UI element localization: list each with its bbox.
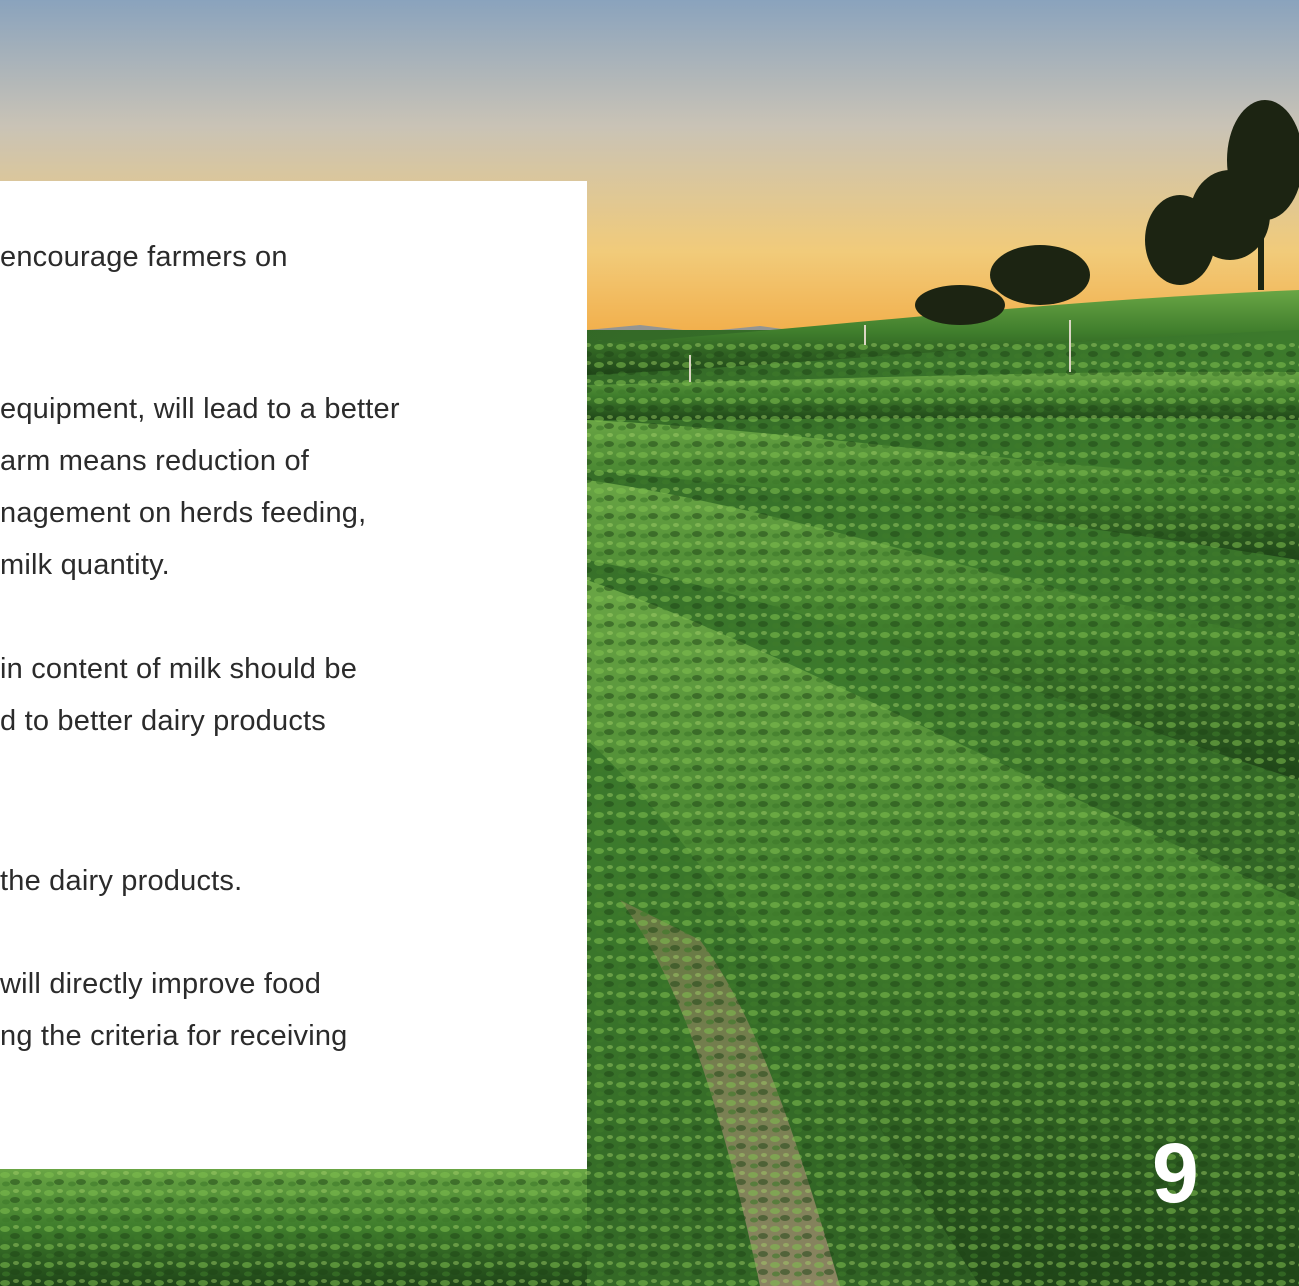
document-page: encourage farmers on equipment, will lea… xyxy=(0,0,1299,1286)
text-line: equipment, will lead to a better xyxy=(0,393,400,425)
text-line: encourage farmers on xyxy=(0,241,288,273)
text-panel: encourage farmers on equipment, will lea… xyxy=(0,181,587,1169)
text-line: arm means reduction of xyxy=(0,445,310,477)
page-number: 9 xyxy=(1152,1126,1199,1220)
text-line: will directly improve food xyxy=(0,968,322,1000)
paragraph-3: in content of milk should be d to better… xyxy=(0,643,560,747)
text-line: nagement on herds feeding, xyxy=(0,497,367,529)
paragraph-4: the dairy products. xyxy=(0,855,560,907)
text-line: milk quantity. xyxy=(0,549,170,581)
paragraph-2: equipment, will lead to a better arm mea… xyxy=(0,383,560,591)
paragraph-5: will directly improve food ng the criter… xyxy=(0,958,560,1062)
text-line: ng the criteria for receiving xyxy=(0,1020,348,1052)
text-line: in content of milk should be xyxy=(0,653,358,685)
paragraph-1: encourage farmers on xyxy=(0,231,560,283)
text-line: the dairy products. xyxy=(0,865,243,897)
text-line: d to better dairy products xyxy=(0,705,326,737)
